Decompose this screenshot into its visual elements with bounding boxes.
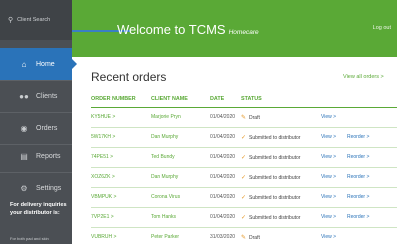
status-text: Submitted to distributor — [249, 174, 301, 181]
column-header: ORDER NUMBER — [91, 92, 151, 108]
table-row: VBMPUK > Corona Virus 01/04/2020 ✓ Submitted… — [91, 187, 397, 208]
main-content: Recent orders View all orders > ORDER NU… — [72, 57, 397, 244]
client-name-link[interactable]: Dan Murphy — [151, 127, 210, 148]
status-text: Draft — [249, 234, 260, 241]
order-date: 31/03/2020 — [210, 227, 241, 244]
client-search-input[interactable]: ⚲ Client Search — [0, 0, 72, 40]
order-status: ✓ Submitted to distributor — [241, 147, 321, 168]
check-icon: ✓ — [241, 194, 247, 201]
table-row: XOZ6ZK > Dan Murphy 01/04/2020 ✓ Submitted t… — [91, 167, 397, 188]
order-date: 01/04/2020 — [210, 147, 241, 168]
status-text: Draft — [249, 114, 260, 121]
logout-link[interactable]: Log out — [373, 25, 391, 31]
check-icon: ✓ — [241, 214, 247, 221]
client-search-placeholder: Client Search — [17, 17, 51, 23]
table-row: 7VP2E1 > Tom Hanks 01/04/2020 ✓ Submitted to… — [91, 207, 397, 228]
column-header: STATUS — [241, 92, 321, 108]
client-name-link[interactable]: Marjorie Pryn — [151, 107, 210, 128]
view-all-orders-link[interactable]: View all orders > — [343, 74, 384, 80]
reorder-link[interactable]: Reorder > — [347, 187, 397, 208]
view-order-link[interactable]: View > — [321, 127, 347, 148]
order-date: 01/04/2020 — [210, 207, 241, 228]
order-date: 01/04/2020 — [210, 167, 241, 188]
order-status: ✓ Submitted to distributor — [241, 207, 321, 228]
sidebar-item-settings[interactable]: ⚙ Settings — [0, 172, 72, 204]
orders-icon: ◉ — [20, 123, 28, 133]
order-date: 01/04/2020 — [210, 187, 241, 208]
recent-orders-table: ORDER NUMBER CLIENT NAME DATE STATUS KY5… — [91, 92, 397, 244]
table-row: 74PE51 > Ted Bundy 01/04/2020 ✓ Submitted to… — [91, 147, 397, 168]
distributor-help-note: For both pad and skin — [10, 236, 49, 241]
order-number-link[interactable]: XOZ6ZK > — [91, 167, 151, 188]
sidebar: ⚲ Client Search ⌂ Home ●● Clients ◉ Orde… — [0, 0, 77, 244]
app-title: Welcome to TCMS Homecare — [117, 22, 259, 37]
view-order-link[interactable]: View > — [321, 167, 347, 188]
header: Welcome to TCMS Homecare Log out — [72, 0, 397, 57]
table-row: 5W17KH > Dan Murphy 01/04/2020 ✓ Submitted t… — [91, 127, 397, 148]
status-text: Submitted to distributor — [249, 134, 301, 141]
order-status: ✎ Draft — [241, 107, 321, 128]
reorder-link[interactable]: Reorder > — [347, 147, 397, 168]
search-icon: ⚲ — [8, 17, 14, 24]
order-number-link[interactable]: VUBRUH > — [91, 227, 151, 244]
pencil-icon: ✎ — [241, 114, 247, 121]
column-header-empty — [321, 92, 347, 108]
home-icon: ⌂ — [21, 59, 27, 69]
client-name-link[interactable]: Ted Bundy — [151, 147, 210, 168]
order-number-link[interactable]: 7VP2E1 > — [91, 207, 151, 228]
table-row: KY5HUE > Marjorie Pryn 01/04/2020 ✎ Draft Vie… — [91, 107, 397, 128]
order-number-link[interactable]: VBMPUK > — [91, 187, 151, 208]
order-date: 01/04/2020 — [210, 107, 241, 128]
view-order-link[interactable]: View > — [321, 207, 347, 228]
column-header: CLIENT NAME — [151, 92, 210, 108]
sidebar-item-label: Reports — [36, 152, 61, 160]
check-icon: ✓ — [241, 134, 247, 141]
sidebar-item-label: Orders — [36, 124, 58, 132]
sidebar-item-label: Clients — [36, 92, 58, 100]
view-order-link[interactable]: View > — [321, 187, 347, 208]
order-number-link[interactable]: KY5HUE > — [91, 107, 151, 128]
client-name-link[interactable]: Peter Parker — [151, 227, 210, 244]
client-name-link[interactable]: Tom Hanks — [151, 207, 210, 228]
view-order-link[interactable]: View > — [321, 227, 347, 244]
sidebar-item-label: Settings — [36, 184, 62, 192]
order-status: ✓ Submitted to distributor — [241, 167, 321, 188]
order-status: ✓ Submitted to distributor — [241, 127, 321, 148]
order-number-link[interactable]: 5W17KH > — [91, 127, 151, 148]
sidebar-item-reports[interactable]: ▤ Reports — [0, 140, 72, 172]
pencil-icon: ✎ — [241, 234, 247, 241]
users-icon: ●● — [19, 91, 29, 101]
column-header: DATE — [210, 92, 241, 108]
status-text: Submitted to distributor — [249, 214, 301, 221]
table-row: VUBRUH > Peter Parker 31/03/2020 ✎ Draft View… — [91, 227, 397, 244]
status-text: Submitted to distributor — [249, 194, 301, 201]
check-icon: ✓ — [241, 154, 247, 161]
sidebar-item-label: Home — [36, 60, 55, 68]
order-status: ✎ Draft — [241, 227, 321, 244]
column-header-empty — [347, 92, 397, 108]
order-date: 01/04/2020 — [210, 127, 241, 148]
distributor-help-text: For delivery inquiries your distributor … — [10, 202, 67, 216]
view-order-link[interactable]: View > — [321, 107, 347, 128]
reorder-link — [347, 227, 397, 244]
reorder-link[interactable]: Reorder > — [347, 127, 397, 148]
reports-icon: ▤ — [20, 151, 28, 161]
table-header-row: ORDER NUMBER CLIENT NAME DATE STATUS — [91, 92, 397, 108]
gear-icon: ⚙ — [20, 183, 28, 193]
reorder-link[interactable]: Reorder > — [347, 167, 397, 188]
view-order-link[interactable]: View > — [321, 147, 347, 168]
order-status: ✓ Submitted to distributor — [241, 187, 321, 208]
app-subtitle: Homecare — [228, 29, 259, 36]
sidebar-item-clients[interactable]: ●● Clients — [0, 80, 72, 112]
check-icon: ✓ — [241, 174, 247, 181]
status-text: Submitted to distributor — [249, 154, 301, 161]
reorder-link — [347, 107, 397, 128]
client-name-link[interactable]: Corona Virus — [151, 187, 210, 208]
sidebar-item-home[interactable]: ⌂ Home — [0, 48, 77, 80]
client-name-link[interactable]: Dan Murphy — [151, 167, 210, 188]
reorder-link[interactable]: Reorder > — [347, 207, 397, 228]
page-title: Recent orders — [91, 70, 167, 84]
app-title-text: Welcome to TCMS — [117, 22, 226, 37]
order-number-link[interactable]: 74PE51 > — [91, 147, 151, 168]
